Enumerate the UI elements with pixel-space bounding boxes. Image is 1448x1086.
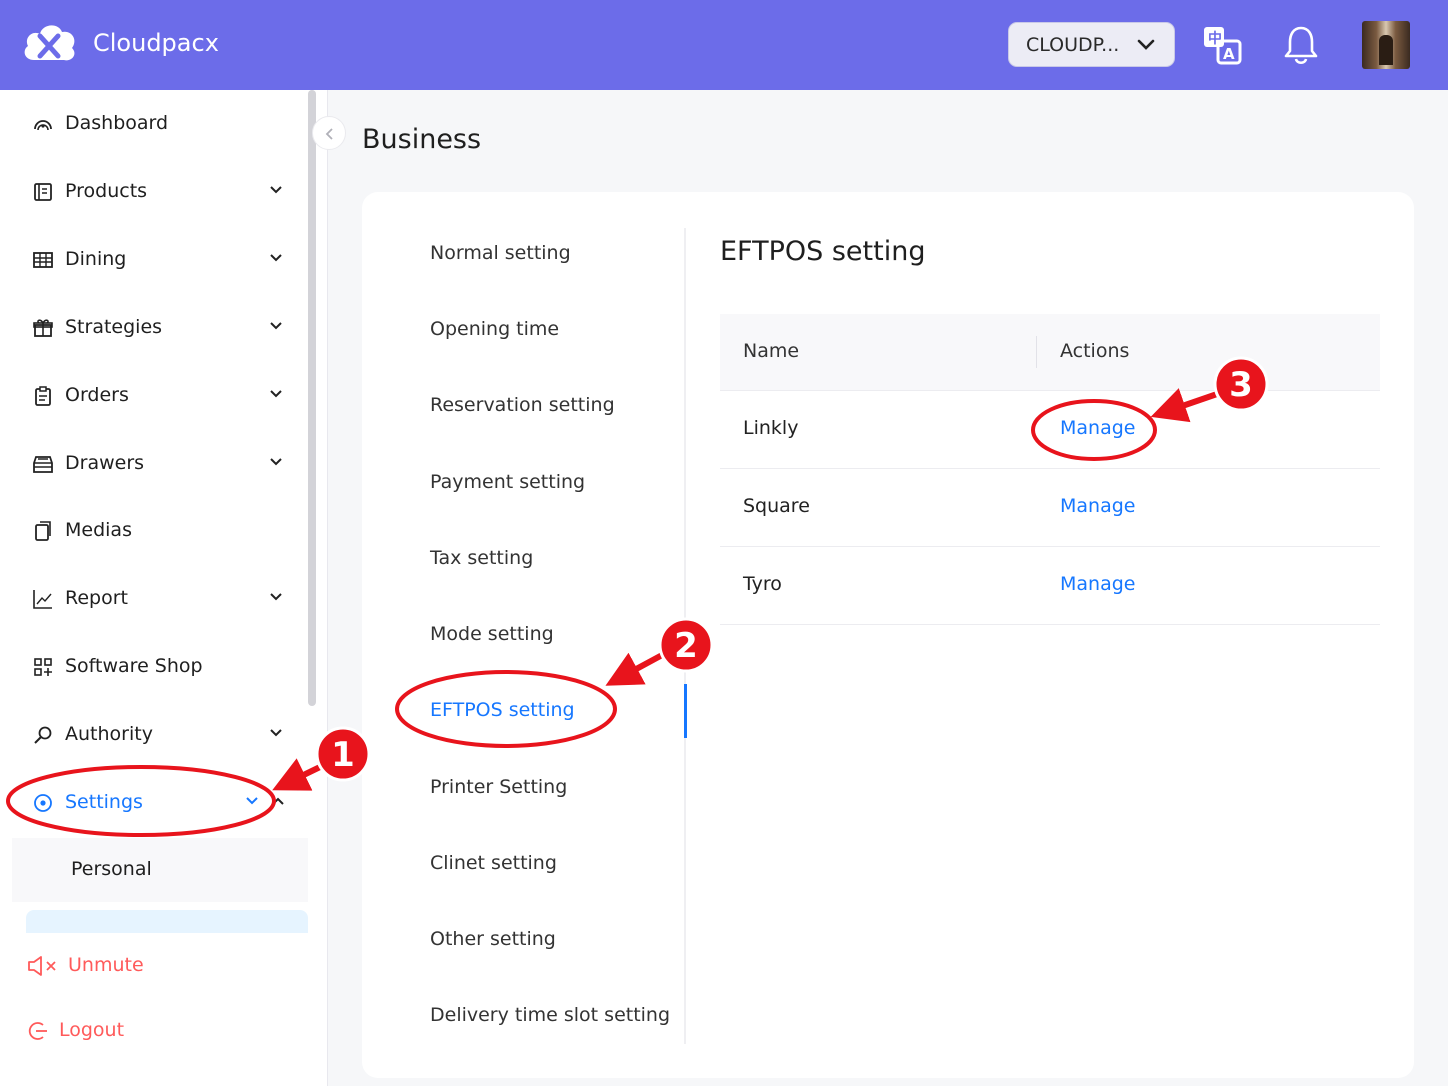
sidebar-item-label: Authority	[65, 723, 153, 745]
table-row: Linkly Manage	[720, 391, 1380, 469]
products-icon	[34, 183, 52, 201]
dining-icon	[33, 252, 53, 268]
gift-icon	[33, 319, 53, 337]
menu-active-indicator	[684, 684, 687, 738]
translate-icon[interactable]: 中 A	[1202, 25, 1242, 65]
column-separator	[1036, 336, 1037, 368]
sidebar-item-label: Products	[65, 180, 148, 202]
unmute-label: Unmute	[68, 954, 144, 976]
sidebar-item-label: Strategies	[65, 316, 163, 338]
logout-button[interactable]: Logout	[26, 1013, 146, 1049]
store-selector-value: CLOUDP...	[1026, 34, 1120, 56]
row-name: Linkly	[743, 417, 799, 439]
app-name: Cloudpacx	[93, 29, 219, 57]
key-icon	[34, 726, 52, 744]
menu-item-client-setting[interactable]: Clinet setting	[430, 852, 557, 874]
menu-item-delivery-time-slot-setting[interactable]: Delivery time slot setting	[430, 1004, 670, 1026]
row-name: Tyro	[743, 573, 782, 595]
media-icon	[35, 521, 51, 541]
manage-link-linkly[interactable]: Manage	[1060, 417, 1135, 439]
step-number: 1	[331, 735, 355, 775]
chevron-down-icon	[1137, 39, 1155, 50]
clipboard-icon	[35, 386, 51, 406]
sidebar-item-label: Drawers	[65, 452, 145, 474]
chevron-down-icon	[270, 186, 282, 194]
sidebar-subitem-personal[interactable]: Personal	[12, 838, 308, 902]
logout-icon	[28, 1022, 47, 1040]
chevron-down-icon	[270, 254, 282, 262]
sidebar-item-label: Report	[65, 587, 128, 609]
collapse-sidebar-button[interactable]	[312, 116, 346, 150]
sidebar-item-authority[interactable]: Authority	[18, 713, 298, 757]
sidebar-item-software-shop[interactable]: Software Shop	[18, 645, 298, 689]
sidebar-item-label: Settings	[65, 791, 143, 813]
page-title: Business	[362, 124, 482, 155]
chevron-down-icon	[270, 458, 282, 466]
sidebar-item-report[interactable]: Report	[18, 577, 298, 621]
cloud-logo-icon[interactable]	[20, 20, 78, 68]
menu-item-normal-setting[interactable]: Normal setting	[430, 242, 571, 264]
sidebar-item-label: Dashboard	[65, 112, 169, 134]
menu-item-mode-setting[interactable]: Mode setting	[430, 623, 554, 645]
row-name: Square	[743, 495, 810, 517]
table-row: Tyro Manage	[720, 547, 1380, 625]
sidebar-item-drawers[interactable]: Drawers	[18, 442, 298, 486]
chevron-down-icon	[270, 390, 282, 398]
chart-icon	[33, 590, 52, 609]
sidebar-item-label: Software Shop	[65, 655, 203, 677]
apps-icon	[34, 658, 52, 676]
settings-icon	[34, 794, 52, 812]
table-row: Square Manage	[720, 469, 1380, 547]
unmute-button[interactable]: Unmute	[26, 948, 166, 984]
chevron-down-icon	[270, 322, 282, 330]
menu-item-other-setting[interactable]: Other setting	[430, 928, 556, 950]
chevron-down-icon	[270, 593, 282, 601]
settings-card: Normal setting Opening time Reservation …	[362, 192, 1414, 1078]
chevron-up-icon	[272, 797, 284, 805]
settings-menu: Normal setting Opening time Reservation …	[362, 192, 687, 1078]
dashboard-icon	[34, 120, 52, 131]
sidebar-item-dashboard[interactable]: Dashboard	[18, 102, 298, 146]
sidebar-item-label: Orders	[65, 384, 129, 406]
menu-item-opening-time[interactable]: Opening time	[430, 318, 559, 340]
sidebar-scrollbar[interactable]	[308, 90, 316, 706]
speaker-muted-icon	[28, 956, 56, 976]
logout-label: Logout	[59, 1019, 125, 1041]
chevron-down-icon	[270, 729, 282, 737]
drawer-icon	[33, 456, 53, 473]
column-header-actions: Actions	[1060, 340, 1130, 362]
manage-link-tyro[interactable]: Manage	[1060, 573, 1135, 595]
chevron-left-icon	[325, 128, 333, 140]
sidebar-item-dining[interactable]: Dining	[18, 238, 298, 282]
top-header: Cloudpacx CLOUDP... 中 A	[0, 0, 1448, 90]
manage-link-square[interactable]: Manage	[1060, 495, 1135, 517]
bell-icon[interactable]	[1283, 24, 1319, 66]
store-selector[interactable]: CLOUDP...	[1008, 22, 1175, 67]
sidebar-item-label: Dining	[65, 248, 127, 270]
menu-divider	[684, 228, 686, 1044]
sidebar-item-products[interactable]: Products	[18, 170, 298, 214]
sidebar: Dashboard Products Dining Strategies Ord…	[0, 90, 328, 1086]
menu-item-payment-setting[interactable]: Payment setting	[430, 471, 585, 493]
sidebar-item-settings[interactable]: Settings	[18, 781, 298, 825]
sidebar-item-strategies[interactable]: Strategies	[18, 306, 298, 350]
sidebar-item-medias[interactable]: Medias	[18, 509, 298, 553]
svg-text:中: 中	[1208, 30, 1222, 47]
chevron-down-icon	[246, 797, 258, 805]
menu-item-printer-setting[interactable]: Printer Setting	[430, 776, 567, 798]
menu-item-tax-setting[interactable]: Tax setting	[430, 547, 533, 569]
sidebar-item-label: Medias	[65, 519, 132, 541]
sidebar-subitem-selected[interactable]	[26, 910, 308, 934]
menu-item-reservation-setting[interactable]: Reservation setting	[430, 394, 615, 416]
sidebar-item-orders[interactable]: Orders	[18, 374, 298, 418]
menu-item-eftpos-setting[interactable]: EFTPOS setting	[430, 699, 575, 721]
user-avatar[interactable]	[1362, 21, 1410, 69]
panel-title: EFTPOS setting	[720, 236, 926, 267]
sidebar-subitem-label: Personal	[71, 858, 152, 880]
svg-text:A: A	[1223, 45, 1235, 63]
table-header: Name Actions	[720, 314, 1380, 391]
column-header-name: Name	[743, 340, 800, 362]
